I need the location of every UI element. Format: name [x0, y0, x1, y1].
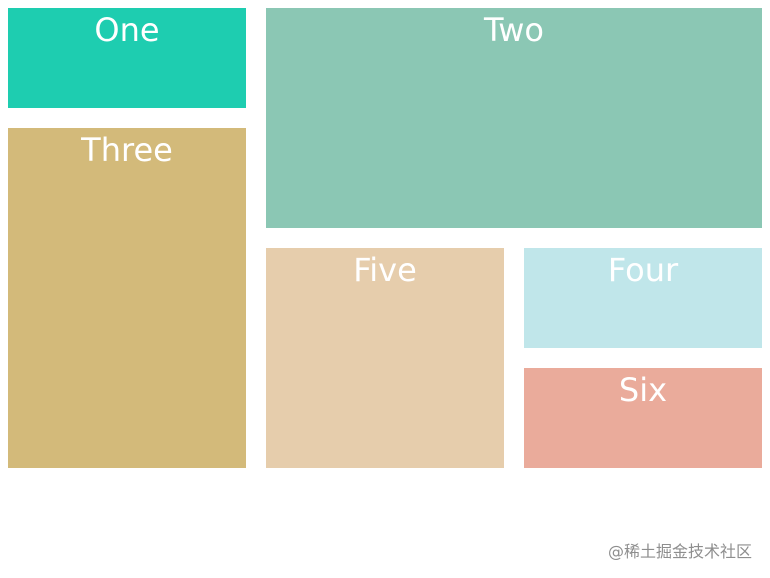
grid-box-six: Six — [524, 368, 762, 468]
watermark-text: @稀土掘金技术社区 — [607, 542, 752, 561]
grid-box-two: Two — [266, 8, 762, 228]
grid-box-four: Four — [524, 248, 762, 348]
grid-box-one: One — [8, 8, 246, 108]
box-label-three: Three — [81, 131, 173, 169]
grid-box-five: Five — [266, 248, 504, 468]
box-label-five: Five — [353, 251, 417, 289]
box-label-two: Two — [484, 11, 544, 49]
box-label-six: Six — [618, 371, 668, 409]
box-label-one: One — [94, 11, 160, 49]
box-label-four: Four — [607, 251, 679, 289]
grid-box-three: Three — [8, 128, 246, 468]
